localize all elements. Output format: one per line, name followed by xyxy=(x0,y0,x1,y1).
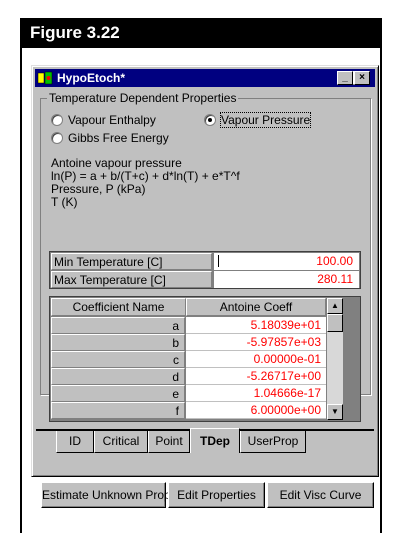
hypo-component-window: HypoEtoch* _ □ × Temperature Dependent P… xyxy=(31,65,379,477)
coefficient-table-scrollbar[interactable]: ▲ ▼ xyxy=(327,298,343,420)
equation-title: Antoine vapour pressure xyxy=(51,156,182,170)
coefficient-value[interactable]: 6.00000e+00 xyxy=(186,402,326,419)
max-temperature-row: Max Temperature [C] 280.11 xyxy=(51,271,359,288)
coefficient-value[interactable]: 5.18039e+01 xyxy=(186,317,326,334)
close-icon: × xyxy=(359,72,365,83)
close-button[interactable]: × xyxy=(354,71,370,85)
figure-label: Figure 3.22 xyxy=(20,18,382,48)
table-row[interactable]: a 5.18039e+01 xyxy=(51,317,326,334)
tab-critical[interactable]: Critical xyxy=(94,431,148,453)
radio-label: Vapour Enthalpy xyxy=(68,113,156,127)
min-temperature-label: Min Temperature [C] xyxy=(51,253,212,270)
coefficient-value[interactable]: 0.00000e-01 xyxy=(186,351,326,368)
coefficient-table: Coefficient Name Antoine Coeff a 5.18039… xyxy=(49,296,361,422)
table-row[interactable]: e 1.04666e-17 xyxy=(51,385,326,402)
coefficient-name: a xyxy=(51,317,185,334)
edit-visc-curve-button[interactable]: Edit Visc Curve xyxy=(267,482,374,508)
table-row[interactable]: b -5.97857e+03 xyxy=(51,334,326,351)
edit-properties-button[interactable]: Edit Properties xyxy=(168,482,265,508)
window-title: HypoEtoch* xyxy=(57,71,126,85)
tab-id[interactable]: ID xyxy=(56,431,94,453)
table-row[interactable]: d -5.26717e+00 xyxy=(51,368,326,385)
table-row[interactable]: c 0.00000e-01 xyxy=(51,351,326,368)
tab-tdep[interactable]: TDep xyxy=(190,428,240,453)
arrow-up-icon: ▲ xyxy=(331,301,339,310)
tab-strip: ID Critical Point TDep UserProp xyxy=(36,428,374,453)
coefficient-name: b xyxy=(51,334,185,351)
coefficient-name: f xyxy=(51,402,185,419)
coefficient-value[interactable]: 1.04666e-17 xyxy=(186,385,326,402)
scroll-down-button[interactable]: ▼ xyxy=(327,404,343,420)
column-header-coefficient-name[interactable]: Coefficient Name xyxy=(51,298,186,316)
radio-circle-icon xyxy=(51,132,63,144)
equation-temperature-units: T (K) xyxy=(51,195,78,209)
text-caret xyxy=(218,255,219,267)
temperature-range-table: Min Temperature [C] 100.00 Max Temperatu… xyxy=(49,251,361,289)
max-temperature-field[interactable]: 280.11 xyxy=(214,271,359,288)
equation-formula: ln(P) = a + b/(T+c) + d*ln(T) + e*T^f xyxy=(51,169,240,183)
equation-pressure-units: Pressure, P (kPa) xyxy=(51,182,146,196)
coefficient-name: e xyxy=(51,385,185,402)
minimize-icon: _ xyxy=(342,72,348,83)
radio-label: Gibbs Free Energy xyxy=(68,131,169,145)
radio-vapour-enthalpy[interactable]: Vapour Enthalpy xyxy=(51,113,156,127)
radio-label: Vapour Pressure xyxy=(219,112,312,128)
tab-userprop[interactable]: UserProp xyxy=(240,431,306,453)
title-bar[interactable]: HypoEtoch* _ □ xyxy=(35,69,375,87)
coefficient-value[interactable]: -5.97857e+03 xyxy=(186,334,326,351)
table-row[interactable]: f 6.00000e+00 xyxy=(51,402,326,419)
column-header-antoine-coeff[interactable]: Antoine Coeff xyxy=(186,298,326,316)
min-temperature-row: Min Temperature [C] 100.00 xyxy=(51,253,359,270)
radio-circle-icon xyxy=(51,114,63,126)
tab-point[interactable]: Point xyxy=(148,431,190,453)
coefficient-name: c xyxy=(51,351,185,368)
radio-selected-icon xyxy=(204,114,216,126)
minimize-button[interactable]: _ xyxy=(337,71,353,85)
min-temperature-field[interactable]: 100.00 xyxy=(214,253,359,270)
radio-vapour-pressure[interactable]: Vapour Pressure xyxy=(204,112,312,128)
coefficient-value[interactable]: -5.26717e+00 xyxy=(186,368,326,385)
max-temperature-label: Max Temperature [C] xyxy=(51,271,212,288)
scroll-thumb[interactable] xyxy=(327,314,343,332)
scroll-up-button[interactable]: ▲ xyxy=(327,298,343,314)
group-title: Temperature Dependent Properties xyxy=(47,91,239,105)
max-temperature-value: 280.11 xyxy=(317,272,353,286)
coefficient-name: d xyxy=(51,368,185,385)
radio-gibbs-free-energy[interactable]: Gibbs Free Energy xyxy=(51,131,169,145)
estimate-unknown-props-button[interactable]: Estimate Unknown Props xyxy=(41,482,177,508)
min-temperature-value: 100.00 xyxy=(316,254,353,268)
arrow-down-icon: ▼ xyxy=(331,407,339,416)
app-icon xyxy=(37,71,53,85)
